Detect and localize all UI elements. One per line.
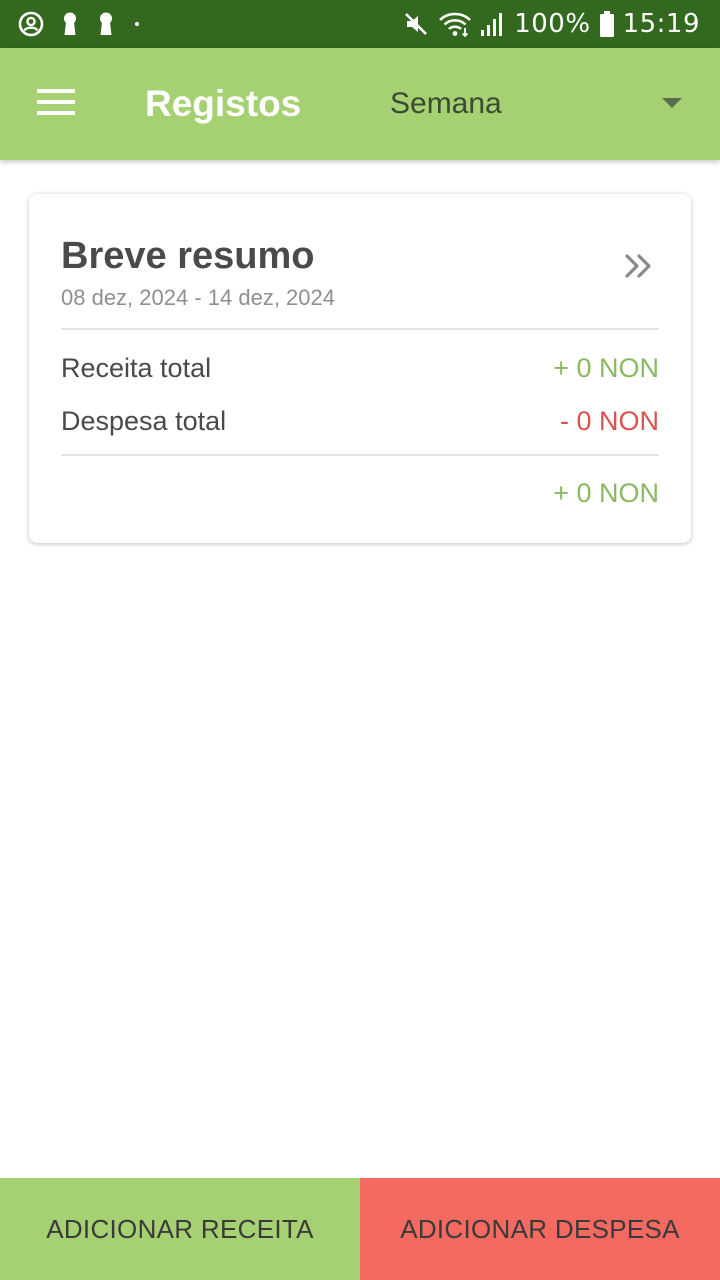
expense-total-value: - 0 NON	[559, 406, 659, 436]
income-total-label: Receita total	[61, 353, 212, 383]
account-circle-icon	[18, 11, 44, 37]
screen: 100% 15:19 Registos Semana Breve resumo …	[0, 0, 720, 1280]
expense-total-label: Despesa total	[61, 406, 227, 436]
period-dropdown[interactable]: Semana	[380, 74, 702, 134]
add-expense-button[interactable]: ADICIONAR DESPESA	[360, 1178, 720, 1280]
summary-title: Breve resumo	[61, 235, 315, 277]
keyhole-icon	[96, 11, 116, 37]
summary-date-range: 08 dez, 2024 - 14 dez, 2024	[61, 285, 335, 310]
status-bar: 100% 15:19	[0, 0, 720, 48]
period-selected-value: Semana	[390, 87, 502, 120]
bottom-action-bar: ADICIONAR RECEITA ADICIONAR DESPESA	[0, 1178, 720, 1280]
double-chevron-right-icon	[624, 252, 654, 285]
battery-percent: 100%	[514, 9, 591, 39]
status-icons-left	[18, 11, 142, 37]
caret-down-icon	[662, 98, 682, 108]
signal-icon	[480, 10, 506, 38]
wifi-icon	[438, 10, 472, 38]
page-title: Registos	[145, 83, 302, 124]
status-icons-right: 100% 15:19	[402, 9, 700, 39]
summary-card[interactable]: Breve resumo 08 dez, 2024 - 14 dez, 2024…	[29, 194, 691, 543]
divider	[61, 454, 659, 456]
hamburger-menu-icon	[37, 88, 75, 121]
add-income-button[interactable]: ADICIONAR RECEITA	[0, 1178, 360, 1280]
menu-button[interactable]	[28, 76, 84, 132]
clock: 15:19	[622, 9, 700, 39]
keyhole-icon	[60, 11, 80, 37]
battery-icon	[599, 10, 615, 38]
balance-value: + 0 NON	[553, 478, 659, 508]
income-total-value: + 0 NON	[553, 353, 659, 383]
summary-details-button[interactable]	[617, 246, 661, 290]
mute-icon	[402, 10, 430, 38]
app-bar: Registos Semana	[0, 48, 720, 160]
divider	[61, 328, 659, 330]
notification-dot-icon	[132, 19, 142, 29]
